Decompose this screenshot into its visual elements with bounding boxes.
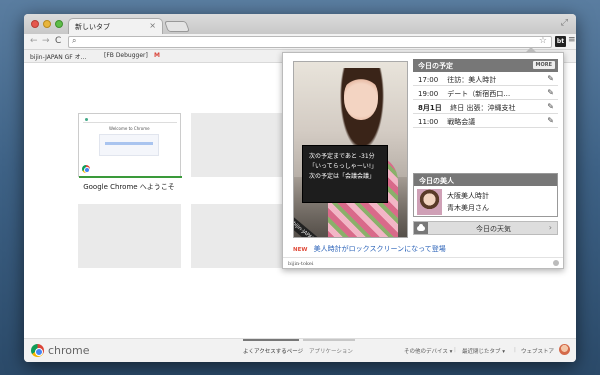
bookmark-star-icon[interactable]: ☆ (539, 36, 547, 46)
board-line: 「いってらっしゃーい!」 (309, 163, 378, 170)
bijin-avatar (417, 189, 442, 215)
schedule-time: 11:00 (418, 118, 439, 126)
board-line: 次の予定まであと -31分 (309, 153, 375, 160)
active-tab-indicator (243, 339, 299, 341)
more-button[interactable]: MORE (532, 61, 555, 69)
edit-pencil-icon[interactable]: ✎ (547, 102, 554, 111)
schedule-header: 今日の予定 MORE (413, 59, 558, 72)
tab-new-tab[interactable]: 新しいタブ × (68, 18, 163, 34)
tile-label-welcome[interactable]: Google Chrome へようこそ (74, 182, 184, 192)
thumb-title: Welcome to Chrome (109, 126, 150, 131)
popup-footer: bijin-tokei (283, 257, 563, 269)
tab-most-visited[interactable]: よくアクセスするページ (243, 347, 303, 355)
new-tab-button[interactable] (163, 21, 191, 32)
schedule-time: 17:00 (418, 76, 439, 84)
reload-button[interactable]: C (55, 36, 61, 46)
schedule-text: 戦略会議 (447, 118, 476, 126)
bijin-photo[interactable]: 次の予定まであと -31分 「いってらっしゃーい!」 次の予定は「会議会議」 b… (293, 61, 408, 238)
bookmark-fb-debugger[interactable]: [FB Debugger] (104, 52, 148, 59)
schedule-item[interactable]: 19:00 デート（新宿西口… ✎ (413, 86, 558, 100)
settings-icon[interactable] (553, 260, 559, 266)
close-window-button[interactable] (31, 20, 39, 28)
tile-underline (79, 176, 182, 178)
edit-pencil-icon[interactable]: ✎ (547, 88, 554, 97)
web-store-icon[interactable] (559, 344, 570, 355)
tab-title: 新しいタブ (75, 23, 110, 31)
tab-close-icon[interactable]: × (149, 21, 156, 30)
bookmark-bijin-japan[interactable]: bijin-JAPAN GF オ… (30, 52, 87, 61)
back-button[interactable]: ← (30, 36, 38, 46)
chrome-logo-icon (82, 165, 90, 173)
edit-pencil-icon[interactable]: ✎ (547, 74, 554, 83)
schedule-title: 今日の予定 (418, 62, 453, 70)
forward-button[interactable]: → (42, 36, 50, 46)
tab-strip: 新しいタブ × ⤢ (24, 14, 576, 34)
news-item[interactable]: NEW 美人時計がロックスクリーンになって登場 (293, 244, 563, 254)
toolbar: ← → C ⌕ ☆ bt ≡ (24, 34, 576, 50)
thumb-progress (105, 142, 153, 145)
schedule-list: 17:00 往訪：美人時計 ✎ 19:00 デート（新宿西口… ✎ 8月1日 終… (413, 72, 558, 128)
news-headline-link[interactable]: 美人時計がロックスクリーンになって登場 (314, 245, 446, 253)
menu-icon[interactable]: ≡ (568, 35, 576, 45)
new-badge: NEW (293, 247, 308, 253)
weather-button[interactable]: 今日の天気 › (413, 221, 558, 235)
bijin-location: 大阪美人時計 (447, 192, 489, 200)
bijin-header: 今日の美人 (414, 174, 557, 186)
thumb-panel (99, 134, 159, 156)
schedule-text: 終日 出張：沖縄支社 (450, 104, 516, 112)
ntp-footer: chrome よくアクセスするページ アプリケーション その他のデバイス ▾ |… (24, 338, 576, 362)
chevron-right-icon: › (548, 223, 552, 232)
tab-indicator (303, 339, 355, 341)
board-line: 次の予定は「会議会議」 (309, 173, 376, 180)
tab-apps[interactable]: アプリケーション (309, 347, 353, 355)
thumb-dot (85, 118, 88, 121)
chrome-wordmark: chrome (48, 344, 90, 357)
bijin-name: 青木美月さん (447, 204, 489, 212)
bijin-tokei-brand: bijin-tokei (288, 261, 314, 267)
divider: | (454, 347, 456, 353)
recently-closed-menu[interactable]: 最近閉じたタブ ▾ (462, 347, 505, 355)
fullscreen-icon[interactable]: ⤢ (561, 18, 568, 28)
thumb-header (83, 117, 177, 123)
schedule-item[interactable]: 17:00 往訪：美人時計 ✎ (413, 72, 558, 86)
photo-face (344, 76, 378, 120)
minimize-window-button[interactable] (43, 20, 51, 28)
cloud-icon (417, 224, 425, 231)
schedule-text: 往訪：美人時計 (447, 76, 497, 84)
gmail-icon[interactable]: M (154, 52, 160, 59)
edit-pencil-icon[interactable]: ✎ (547, 116, 554, 125)
schedule-item[interactable]: 8月1日 終日 出張：沖縄支社 ✎ (413, 100, 558, 114)
most-visited-tile-empty (191, 204, 294, 268)
most-visited-tile-empty (191, 113, 294, 177)
chrome-logo-icon (31, 344, 44, 357)
other-devices-menu[interactable]: その他のデバイス ▾ (404, 347, 452, 355)
schedule-time: 19:00 (418, 90, 439, 98)
divider: | (514, 347, 516, 353)
bijin-extension-button[interactable]: bt (555, 36, 566, 47)
weather-icon-box (414, 222, 428, 234)
schedule-item[interactable]: 11:00 戦略会議 ✎ (413, 114, 558, 128)
schedule-time: 8月1日 (418, 104, 442, 112)
address-input[interactable] (83, 38, 523, 47)
web-store-link[interactable]: ウェブストア (521, 347, 554, 355)
todays-bijin-box[interactable]: 今日の美人 大阪美人時計 青木美月さん (413, 173, 558, 217)
message-board: 次の予定まであと -31分 「いってらっしゃーい!」 次の予定は「会議会議」 (302, 145, 388, 203)
omnibox[interactable]: ⌕ ☆ (68, 36, 552, 48)
most-visited-tile-welcome[interactable]: Welcome to Chrome (78, 113, 182, 178)
bijin-tokei-popup: 次の予定まであと -31分 「いってらっしゃーい!」 次の予定は「会議会議」 b… (282, 47, 564, 269)
search-icon: ⌕ (72, 36, 77, 45)
zoom-window-button[interactable] (55, 20, 63, 28)
most-visited-tile-empty (78, 204, 181, 268)
schedule-text: デート（新宿西口… (447, 90, 511, 98)
weather-label: 今日の天気 (476, 225, 511, 233)
